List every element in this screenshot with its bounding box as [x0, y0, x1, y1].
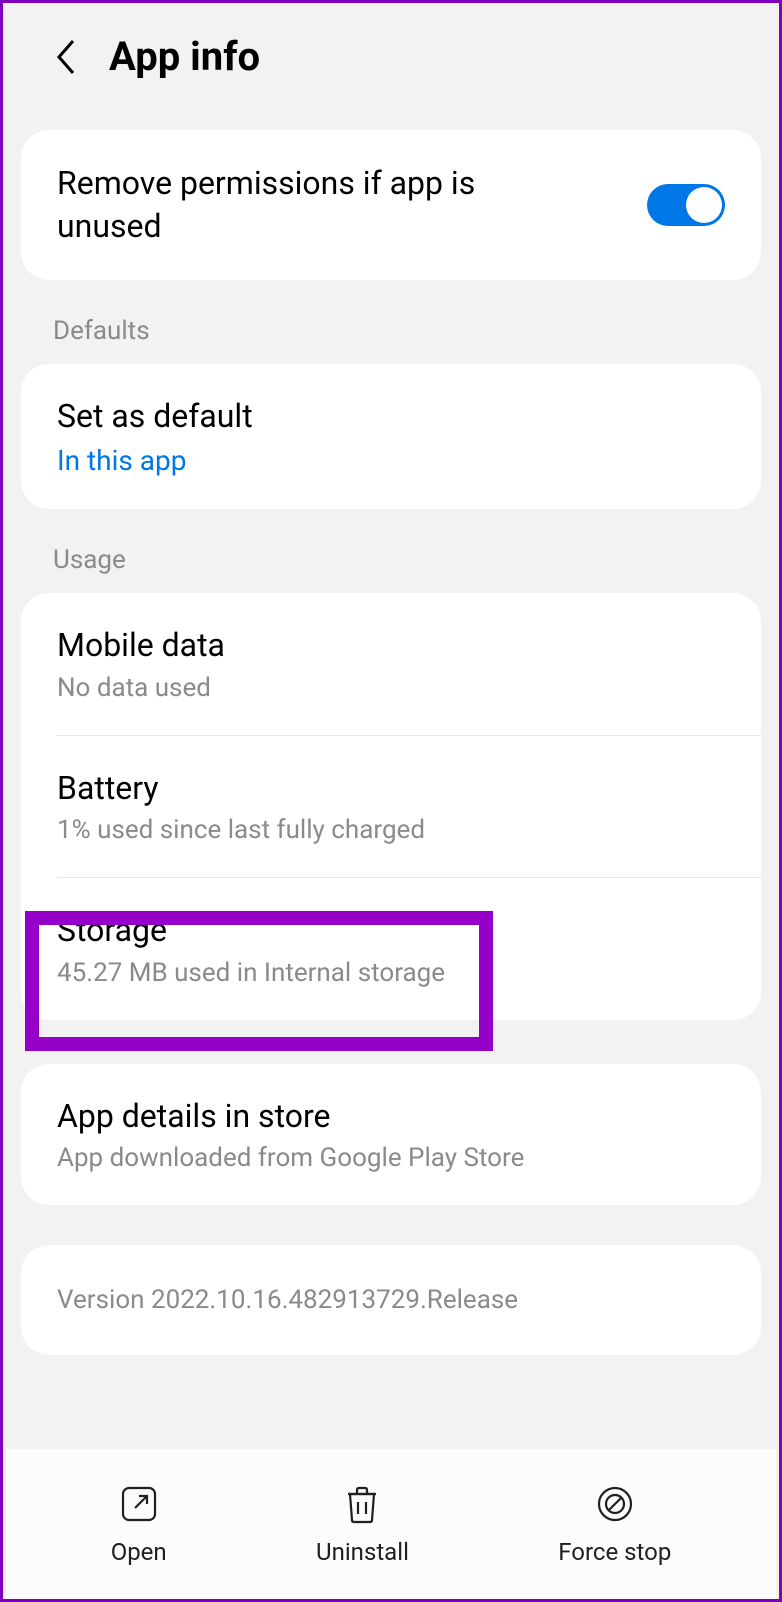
open-button[interactable]: Open — [111, 1482, 167, 1566]
app-details-subtitle: App downloaded from Google Play Store — [57, 1143, 725, 1173]
toggle-knob — [686, 187, 722, 223]
trash-icon — [340, 1482, 384, 1526]
stop-icon — [593, 1482, 637, 1526]
remove-permissions-label: Remove permissions if app is unused — [57, 162, 557, 248]
usage-section-label: Usage — [3, 509, 779, 593]
battery-row[interactable]: Battery 1% used since last fully charged — [21, 736, 761, 878]
permissions-toggle[interactable] — [647, 184, 725, 226]
uninstall-label: Uninstall — [316, 1538, 409, 1566]
battery-title: Battery — [57, 768, 725, 810]
mobile-data-title: Mobile data — [57, 625, 725, 667]
storage-subtitle: 45.27 MB used in Internal storage — [57, 958, 725, 988]
open-icon — [117, 1482, 161, 1526]
force-stop-label: Force stop — [558, 1538, 671, 1566]
version-card: Version 2022.10.16.482913729.Release — [21, 1245, 761, 1355]
remove-permissions-row[interactable]: Remove permissions if app is unused — [21, 130, 761, 280]
store-card: App details in store App downloaded from… — [21, 1064, 761, 1206]
mobile-data-row[interactable]: Mobile data No data used — [21, 593, 761, 735]
battery-subtitle: 1% used since last fully charged — [57, 815, 725, 845]
permissions-card: Remove permissions if app is unused — [21, 130, 761, 280]
usage-card: Mobile data No data used Battery 1% used… — [21, 593, 761, 1020]
app-details-title: App details in store — [57, 1096, 725, 1138]
defaults-card: Set as default In this app — [21, 364, 761, 509]
bottom-bar: Open Uninstall Force stop — [6, 1449, 776, 1599]
defaults-section-label: Defaults — [3, 280, 779, 364]
set-default-subtitle: In this app — [57, 444, 725, 477]
page-title: App info — [109, 33, 260, 80]
force-stop-button[interactable]: Force stop — [558, 1482, 671, 1566]
set-default-row[interactable]: Set as default In this app — [21, 364, 761, 509]
storage-title: Storage — [57, 910, 725, 952]
storage-row[interactable]: Storage 45.27 MB used in Internal storag… — [21, 878, 761, 1020]
app-details-row[interactable]: App details in store App downloaded from… — [21, 1064, 761, 1206]
back-icon[interactable] — [53, 37, 79, 77]
header: App info — [3, 3, 779, 130]
mobile-data-subtitle: No data used — [57, 673, 725, 703]
uninstall-button[interactable]: Uninstall — [316, 1482, 409, 1566]
set-default-title: Set as default — [57, 396, 725, 438]
version-text: Version 2022.10.16.482913729.Release — [57, 1285, 725, 1315]
open-label: Open — [111, 1538, 167, 1566]
